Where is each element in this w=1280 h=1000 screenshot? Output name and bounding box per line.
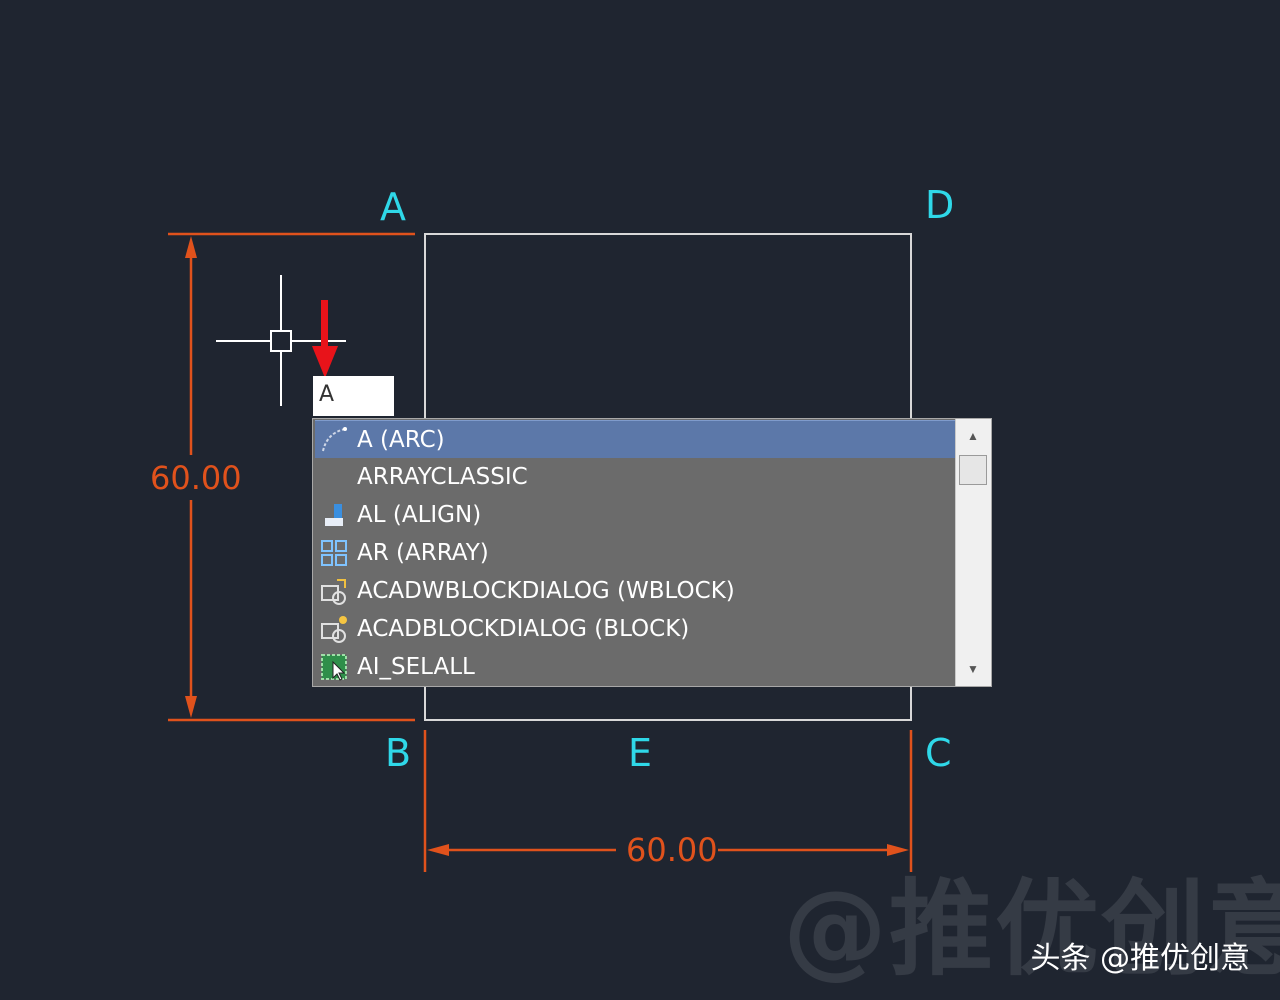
- watermark-credit: 头条 @推优创意: [1030, 941, 1250, 976]
- horizontal-dimension-value: 60.00: [626, 831, 718, 869]
- suggestion-item-block[interactable]: ACADBLOCKDIALOG (BLOCK): [315, 610, 956, 648]
- vertical-dimension-value: 60.00: [150, 459, 242, 497]
- array-grid-icon: [315, 534, 353, 572]
- scroll-down-arrow-icon[interactable]: ▼: [956, 658, 990, 680]
- suggestion-label: ACADBLOCKDIALOG (BLOCK): [357, 616, 690, 642]
- suggestion-label: ACADWBLOCKDIALOG (WBLOCK): [357, 578, 735, 604]
- select-all-icon: [315, 648, 353, 686]
- dynamic-command-input[interactable]: A: [313, 376, 394, 416]
- wblock-icon: [315, 572, 353, 610]
- suggestion-label: AR (ARRAY): [357, 540, 489, 566]
- list-scrollbar[interactable]: ▲ ▼: [955, 419, 991, 686]
- suggestion-item-align[interactable]: AL (ALIGN): [315, 496, 956, 534]
- suggestion-label: AI_SELALL: [357, 654, 475, 680]
- suggestion-item-wblock[interactable]: ACADWBLOCKDIALOG (WBLOCK): [315, 572, 956, 610]
- point-label-b: B: [385, 731, 412, 775]
- suggestion-item-array[interactable]: AR (ARRAY): [315, 534, 956, 572]
- arc-icon: [315, 421, 353, 459]
- align-icon: [315, 496, 353, 534]
- suggestion-item-arrayclassic[interactable]: ARRAYCLASSIC: [315, 458, 956, 496]
- suggestion-item-arc[interactable]: A (ARC): [315, 420, 956, 458]
- scroll-up-arrow-icon[interactable]: ▲: [956, 425, 990, 447]
- suggestion-label: AL (ALIGN): [357, 502, 482, 528]
- block-icon: [315, 610, 353, 648]
- scroll-thumb[interactable]: [959, 455, 987, 485]
- point-label-e: E: [628, 731, 653, 775]
- red-arrow-icon: [312, 300, 338, 378]
- point-label-c: C: [925, 731, 952, 775]
- point-label-a: A: [380, 185, 406, 229]
- suggestion-list: A (ARC) ARRAYCLASSIC AL (ALIGN) AR (ARRA…: [313, 419, 956, 686]
- command-autocomplete-list[interactable]: @推优创意 A (ARC) ARRAYCLASSIC AL (ALIGN) AR…: [312, 418, 1280, 990]
- suggestion-label: A (ARC): [357, 426, 445, 453]
- suggestion-label: ARRAYCLASSIC: [357, 464, 528, 490]
- suggestion-item-ai-selall[interactable]: AI_SELALL: [315, 648, 956, 686]
- point-label-d: D: [925, 183, 955, 227]
